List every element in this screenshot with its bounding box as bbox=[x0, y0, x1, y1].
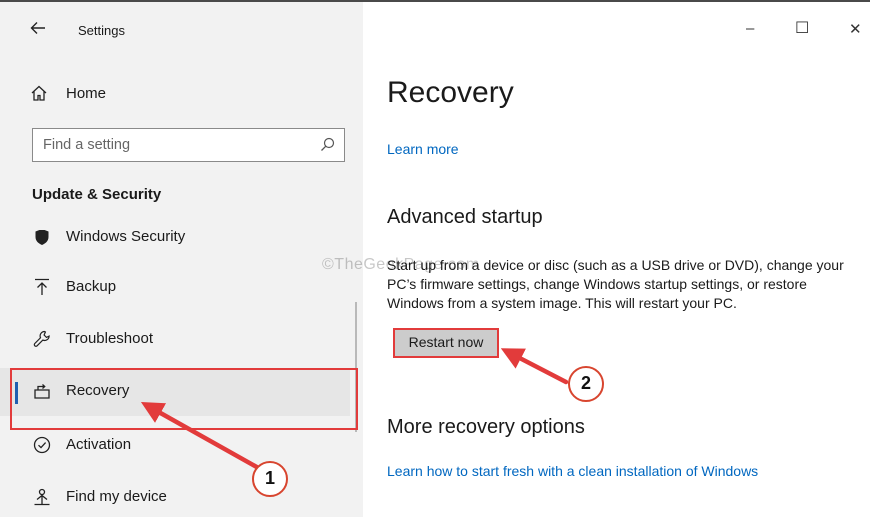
home-icon bbox=[30, 84, 48, 107]
sidebar-item-find-my-device[interactable]: Find my device bbox=[0, 474, 350, 517]
clean-install-link[interactable]: Learn how to start fresh with a clean in… bbox=[387, 463, 758, 479]
watermark: ©TheGeekPage.com bbox=[322, 256, 480, 273]
sidebar-item-backup[interactable]: Backup bbox=[0, 264, 350, 312]
back-arrow-icon bbox=[30, 22, 45, 34]
sidebar-item-label: Troubleshoot bbox=[66, 330, 153, 347]
more-recovery-options-heading: More recovery options bbox=[387, 416, 585, 438]
title-bar: Settings bbox=[0, 2, 363, 42]
recovery-highlight-box bbox=[10, 368, 358, 430]
advanced-startup-heading: Advanced startup bbox=[387, 206, 543, 228]
search-placeholder: Find a setting bbox=[43, 137, 131, 153]
backup-icon bbox=[32, 277, 52, 297]
step-1-badge: 1 bbox=[252, 461, 288, 497]
page-title: Recovery bbox=[387, 76, 514, 109]
checkmark-circle-icon bbox=[32, 435, 52, 455]
search-input[interactable]: Find a setting bbox=[32, 128, 345, 162]
sidebar-item-label: Activation bbox=[66, 436, 132, 453]
sidebar-item-home[interactable]: Home bbox=[0, 74, 363, 114]
person-location-icon bbox=[32, 487, 52, 507]
sidebar-item-label: Find my device bbox=[66, 488, 167, 505]
minimize-button[interactable]: – bbox=[746, 20, 754, 37]
sidebar-item-troubleshoot[interactable]: Troubleshoot bbox=[0, 316, 350, 364]
search-icon[interactable] bbox=[320, 137, 335, 157]
step-2-badge: 2 bbox=[568, 366, 604, 402]
sidebar: Settings Home Find a setting Update & Se… bbox=[0, 2, 363, 517]
section-heading: Update & Security bbox=[32, 186, 162, 203]
shield-icon bbox=[32, 230, 52, 247]
sidebar-item-label: Windows Security bbox=[66, 230, 186, 245]
wrench-icon bbox=[32, 329, 52, 349]
close-button[interactable]: ✕ bbox=[849, 20, 862, 38]
sidebar-item-label: Home bbox=[66, 85, 107, 102]
app-title: Settings bbox=[78, 23, 125, 38]
restart-now-button[interactable]: Restart now bbox=[393, 328, 499, 358]
sidebar-item-windows-security[interactable]: Windows Security bbox=[0, 230, 350, 254]
back-button[interactable] bbox=[26, 16, 50, 40]
learn-more-link[interactable]: Learn more bbox=[387, 141, 459, 157]
sidebar-item-label: Backup bbox=[66, 278, 117, 295]
maximize-button[interactable]: ☐ bbox=[795, 18, 809, 38]
